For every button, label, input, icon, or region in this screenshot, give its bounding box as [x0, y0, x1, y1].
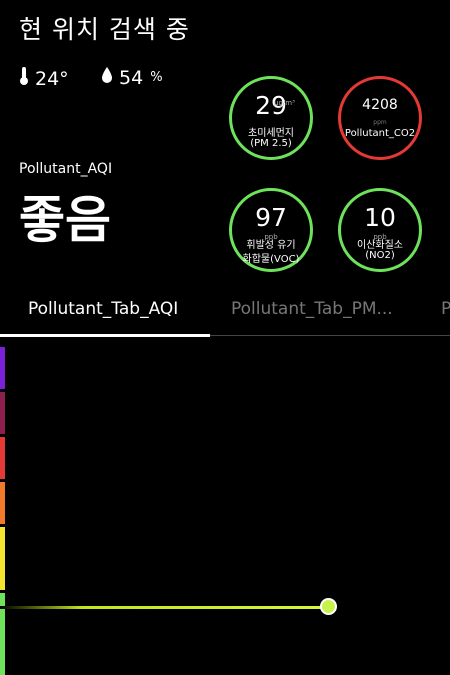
voc-gauge[interactable]: 97 ppb 휘발성 유기 화합물(VOC): [229, 188, 313, 272]
co2-gauge[interactable]: 4208 ppm Pollutant_CO2: [338, 76, 422, 160]
pollutant-tab-bar: Pollutant_Tab_AQI Pollutant_Tab_PM... P: [0, 291, 450, 338]
co2-value: 4208: [362, 97, 398, 113]
aqi-level-marker[interactable]: [320, 598, 337, 615]
humidity-readout: 54%: [101, 66, 163, 89]
humidity-value: 54: [119, 66, 144, 89]
co2-name: Pollutant_CO2: [344, 128, 416, 139]
no2-name-sub: (NO2): [365, 250, 395, 261]
voc-name: 휘발성 유기: [246, 240, 296, 251]
thermometer-icon: [19, 66, 29, 91]
voc-value: 97: [255, 203, 287, 232]
scale-segment-very-bad: [0, 347, 5, 389]
tab-pm[interactable]: Pollutant_Tab_PM...: [231, 299, 393, 319]
temperature-readout: 24°: [19, 66, 69, 91]
no2-gauge[interactable]: 10 ppb 이산화질소 (NO2): [338, 188, 422, 272]
no2-value: 10: [364, 203, 396, 232]
aqi-status: 좋음: [19, 191, 111, 249]
aqi-level-line: [0, 606, 330, 609]
tab-next[interactable]: P: [441, 299, 450, 319]
pm25-name-sub: (PM 2.5): [250, 138, 292, 149]
scale-segment-moderate: [0, 527, 5, 590]
tab-aqi[interactable]: Pollutant_Tab_AQI: [28, 299, 178, 319]
temperature-value: 24°: [35, 67, 69, 90]
tab-active-indicator: [0, 334, 210, 337]
pm25-gauge[interactable]: 29 μg/m³ 초미세먼지 (PM 2.5): [229, 76, 313, 160]
droplet-icon: [101, 66, 113, 89]
voc-name-sub: 화합물(VOC): [242, 254, 300, 265]
scale-segment-moderate-high: [0, 482, 5, 524]
no2-name: 이산화질소: [357, 240, 403, 251]
pm25-name: 초미세먼지: [248, 128, 294, 139]
page-title: 현 위치 검색 중: [19, 15, 190, 44]
scale-segment-bad: [0, 392, 5, 434]
co2-unit: ppm: [373, 119, 387, 126]
scale-segment-unhealthy: [0, 437, 5, 479]
pm25-unit: μg/m³: [274, 99, 295, 107]
aqi-label: Pollutant_AQI: [19, 161, 113, 177]
humidity-unit: %: [150, 70, 163, 85]
